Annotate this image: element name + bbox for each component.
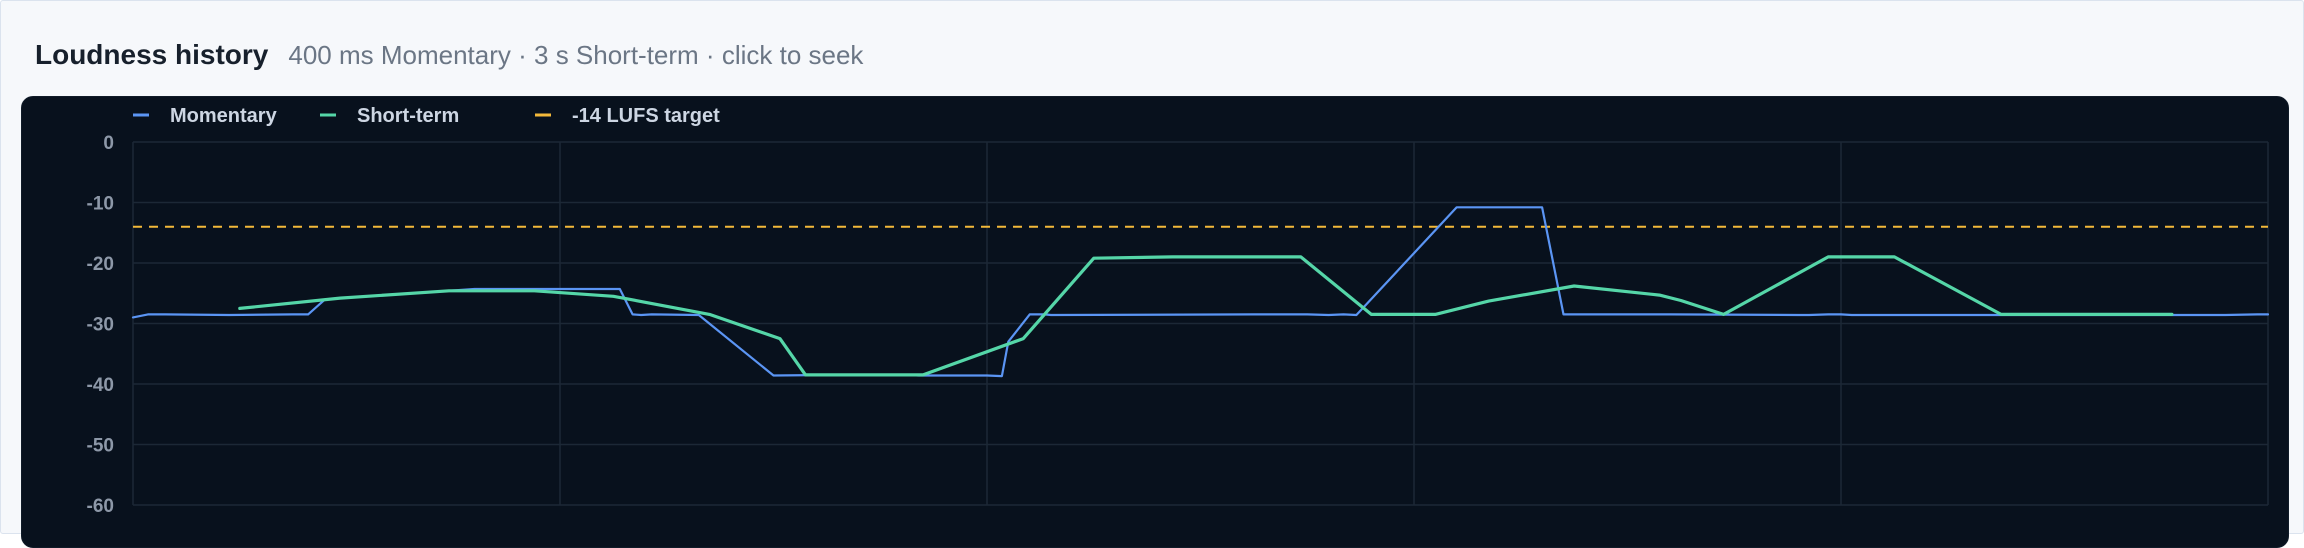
legend-label-momentary: Momentary — [170, 105, 278, 127]
grid — [132, 141, 2269, 506]
series-layer — [131, 206, 2270, 378]
panel-subtitle: 400 ms Momentary · 3 s Short-term · clic… — [288, 40, 864, 70]
legend: Momentary Short-term -14 LUFS target — [133, 105, 720, 127]
y-axis-ticks: 0 -10 -20 -30 -40 -50 -60 — [87, 133, 114, 517]
y-tick-label: -40 — [87, 375, 114, 396]
y-tick-label: -50 — [87, 436, 114, 457]
y-tick-label: -30 — [87, 315, 114, 336]
y-tick-label: -60 — [87, 496, 114, 517]
panel-title: Loudness history — [35, 39, 269, 70]
y-tick-label: 0 — [103, 133, 114, 154]
y-tick-label: -20 — [87, 254, 114, 275]
loudness-history-panel: Loudness history 400 ms Momentary · 3 s … — [0, 0, 2304, 548]
loudness-chart-svg[interactable]: 0 -10 -20 -30 -40 -50 -60 Momentary Short-term… — [22, 97, 2288, 547]
legend-label-short-term: Short-term — [357, 105, 459, 127]
loudness-chart[interactable]: 0 -10 -20 -30 -40 -50 -60 Momentary Short-term… — [21, 96, 2289, 548]
y-tick-label: -10 — [87, 194, 114, 215]
legend-label-target: -14 LUFS target — [572, 105, 720, 127]
panel-header: Loudness history 400 ms Momentary · 3 s … — [35, 39, 863, 71]
